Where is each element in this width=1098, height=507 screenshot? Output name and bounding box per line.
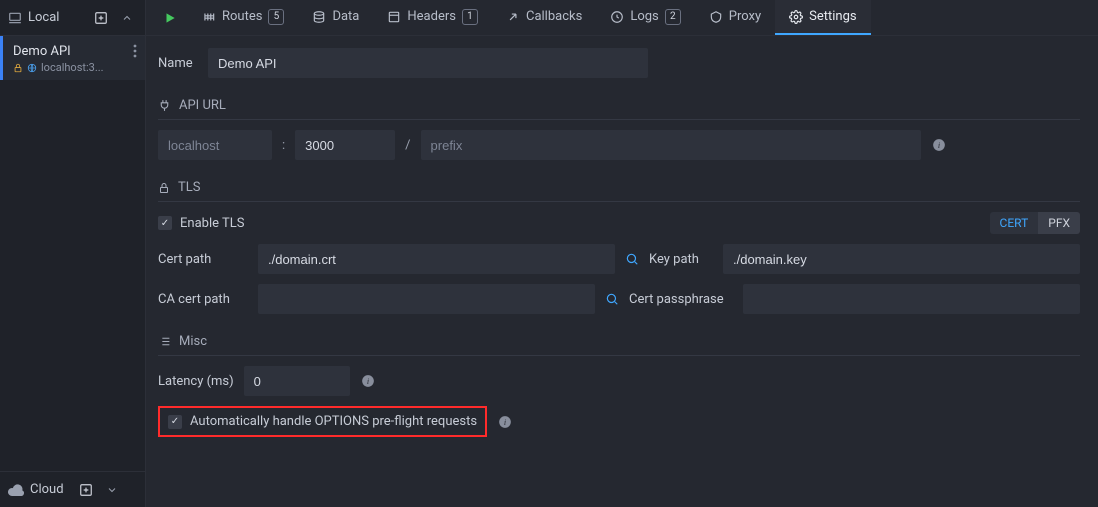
gear-icon xyxy=(789,10,803,24)
key-path-input[interactable] xyxy=(723,244,1080,274)
data-icon xyxy=(312,10,326,24)
tls-section-header: TLS xyxy=(158,176,1080,202)
enable-tls-checkbox[interactable]: ✓ Enable TLS xyxy=(158,216,244,231)
cert-path-label: Cert path xyxy=(158,252,248,267)
cors-checkbox[interactable]: ✓ Automatically handle OPTIONS pre-fligh… xyxy=(168,414,477,429)
highlighted-cors-option: ✓ Automatically handle OPTIONS pre-fligh… xyxy=(158,406,487,437)
logs-count-badge: 2 xyxy=(665,9,681,25)
collapse-cloud-button[interactable] xyxy=(102,480,122,500)
lock-icon xyxy=(13,63,23,73)
api-item-title: Demo API xyxy=(13,44,135,59)
headers-icon xyxy=(387,10,401,24)
tab-logs[interactable]: Logs 2 xyxy=(596,0,694,35)
prefix-input[interactable] xyxy=(421,130,921,160)
laptop-icon xyxy=(8,11,22,25)
tab-data-label: Data xyxy=(332,9,359,24)
checkbox-icon: ✓ xyxy=(158,216,172,230)
main-area: Routes 5 Data Headers 1 Callbacks Logs 2 xyxy=(146,0,1098,507)
misc-section-header: Misc xyxy=(158,330,1080,356)
latency-label: Latency (ms) xyxy=(158,374,234,389)
api-item-demo[interactable]: Demo API localhost:3... xyxy=(0,36,145,80)
callbacks-icon xyxy=(506,10,520,24)
tab-routes-label: Routes xyxy=(222,9,262,24)
sidebar: Local Demo API localhost:3... xyxy=(0,0,146,507)
cloud-icon xyxy=(8,484,24,496)
globe-icon xyxy=(27,63,37,73)
routes-count-badge: 5 xyxy=(268,9,284,25)
tab-callbacks[interactable]: Callbacks xyxy=(492,0,596,35)
api-url-section-header: API URL xyxy=(158,94,1080,120)
ca-cert-path-label: CA cert path xyxy=(158,292,248,307)
api-list: Demo API localhost:3... xyxy=(0,36,145,471)
tab-logs-label: Logs xyxy=(630,9,658,24)
host-port-separator: : xyxy=(282,138,285,153)
api-url-header-label: API URL xyxy=(179,98,226,113)
tab-headers[interactable]: Headers 1 xyxy=(373,0,492,35)
tab-bar: Routes 5 Data Headers 1 Callbacks Logs 2 xyxy=(146,0,1098,36)
info-icon[interactable]: i xyxy=(931,137,947,153)
cloud-label: Cloud xyxy=(30,482,64,497)
list-icon xyxy=(158,335,171,348)
headers-count-badge: 1 xyxy=(462,9,478,25)
tab-settings[interactable]: Settings xyxy=(775,0,870,35)
cert-pill[interactable]: CERT xyxy=(990,212,1039,234)
tab-proxy[interactable]: Proxy xyxy=(695,0,775,35)
pfx-pill[interactable]: PFX xyxy=(1038,212,1080,234)
browse-cert-button[interactable] xyxy=(625,252,639,266)
cert-passphrase-input[interactable] xyxy=(743,284,1080,314)
cert-passphrase-label: Cert passphrase xyxy=(629,292,733,307)
cloud-env-header: Cloud xyxy=(0,471,145,507)
checkbox-icon: ✓ xyxy=(168,415,182,429)
browse-ca-cert-button[interactable] xyxy=(605,292,619,306)
add-environment-button[interactable] xyxy=(91,8,111,28)
host-input[interactable] xyxy=(158,130,272,160)
latency-input[interactable] xyxy=(244,366,350,396)
tab-proxy-label: Proxy xyxy=(729,9,761,24)
cors-label: Automatically handle OPTIONS pre-flight … xyxy=(190,414,477,429)
info-icon[interactable]: i xyxy=(497,414,513,430)
settings-panel: Name API URL : / i TLS xyxy=(146,36,1098,507)
name-input[interactable] xyxy=(208,48,648,78)
start-server-button[interactable] xyxy=(152,0,188,35)
routes-icon xyxy=(202,10,216,24)
tab-data[interactable]: Data xyxy=(298,0,373,35)
plug-icon xyxy=(158,99,171,112)
port-input[interactable] xyxy=(295,130,395,160)
ca-cert-path-input[interactable] xyxy=(258,284,595,314)
api-item-menu-button[interactable] xyxy=(133,44,137,58)
tab-settings-label: Settings xyxy=(809,9,856,24)
logs-icon xyxy=(610,10,624,24)
tab-callbacks-label: Callbacks xyxy=(526,9,582,24)
name-label: Name xyxy=(158,56,198,71)
tls-type-toggle: CERT PFX xyxy=(990,212,1080,234)
collapse-local-button[interactable] xyxy=(117,8,137,28)
port-prefix-separator: / xyxy=(405,138,410,153)
misc-header-label: Misc xyxy=(179,334,207,349)
enable-tls-label: Enable TLS xyxy=(180,216,244,231)
local-label: Local xyxy=(28,10,59,25)
key-path-label: Key path xyxy=(649,252,713,267)
lock-icon xyxy=(158,182,170,194)
info-icon[interactable]: i xyxy=(360,373,376,389)
add-cloud-button[interactable] xyxy=(76,480,96,500)
tab-routes[interactable]: Routes 5 xyxy=(188,0,298,35)
api-item-host: localhost:3... xyxy=(41,61,104,74)
proxy-icon xyxy=(709,10,723,24)
tab-headers-label: Headers xyxy=(407,9,456,24)
cert-path-input[interactable] xyxy=(258,244,615,274)
tls-header-label: TLS xyxy=(178,180,200,195)
local-env-header: Local xyxy=(0,0,145,36)
